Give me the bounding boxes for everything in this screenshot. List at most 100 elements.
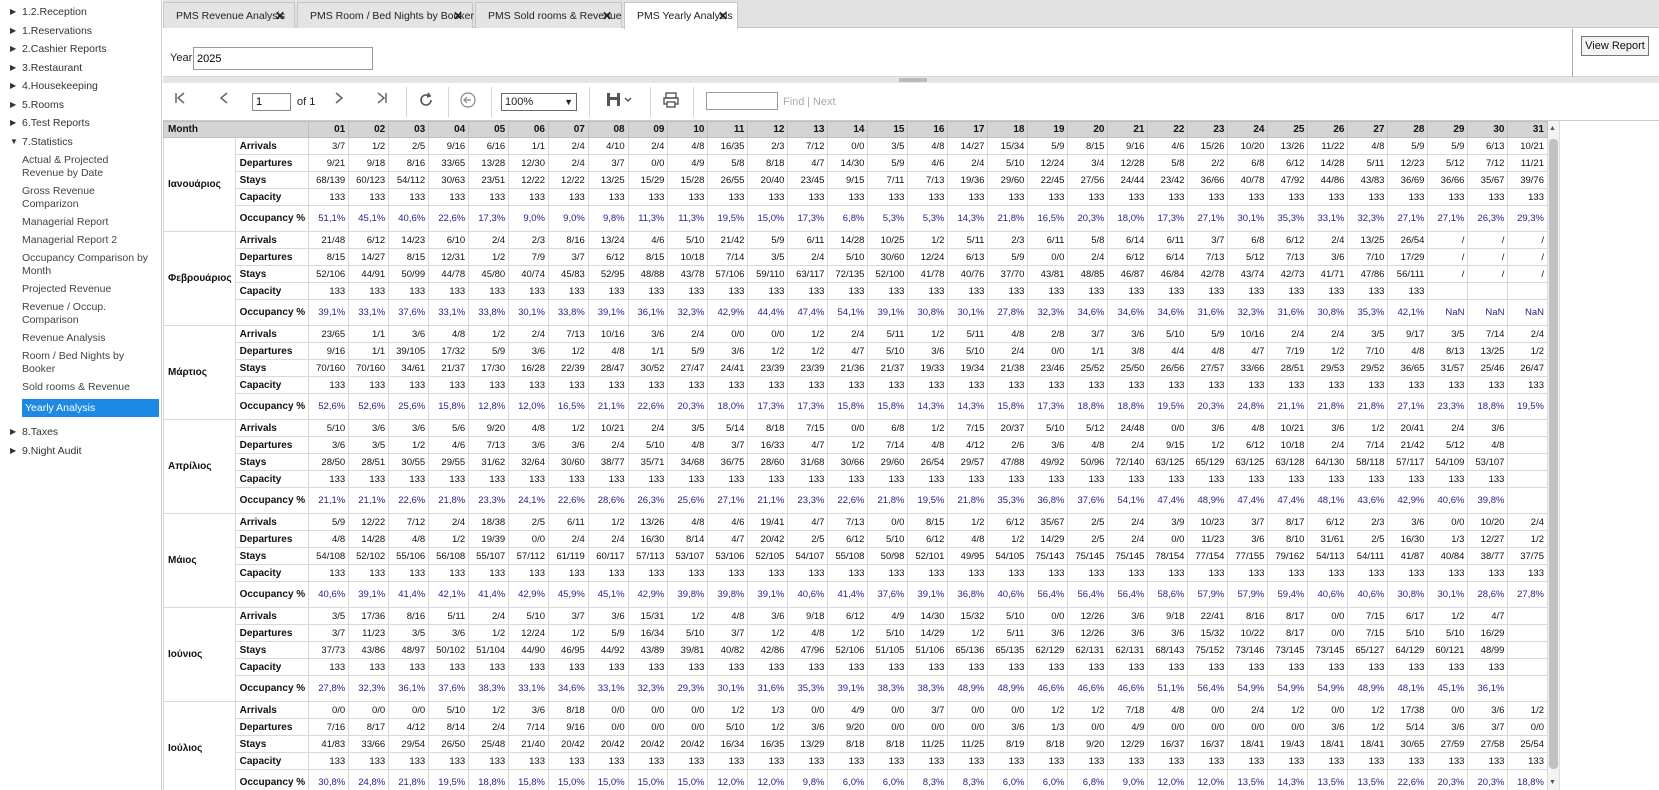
tree-node-4[interactable]: ▶ 4.Housekeeping (0, 77, 161, 96)
tree-node-6[interactable]: ▶ 6.Test Reports (0, 114, 161, 133)
table-cell: 133 (348, 470, 390, 488)
table-cell: 9,0% (548, 205, 589, 232)
tree-report-item[interactable]: Occupancy Comparison by Month (0, 252, 161, 278)
tree-report-item[interactable]: Projected Revenue (0, 283, 161, 296)
expand-triangle-icon[interactable]: ▶ (10, 77, 16, 95)
table-cell: 133 (827, 188, 869, 206)
scrollbar-thumb[interactable] (1549, 139, 1558, 769)
tree-report-item[interactable]: Managerial Report 2 (0, 234, 161, 247)
table-cell: 57/106 (707, 265, 749, 283)
tree-report-item[interactable]: Actual & Projected Revenue by Date (0, 154, 161, 180)
report-tab[interactable]: PMS Revenue Analysis ✕ (163, 2, 295, 28)
table-cell: 13,5% (1347, 769, 1389, 790)
table-cell: 1/3 (747, 701, 789, 719)
view-report-button[interactable]: View Report (1581, 36, 1649, 56)
table-cell: 21,8% (1347, 393, 1389, 420)
tree-node-2[interactable]: ▶ 2.Cashier Reports (0, 40, 161, 59)
table-cell: 12/22 (348, 513, 390, 531)
table-cell: 30,1% (1227, 205, 1269, 232)
table-cell: 133 (867, 752, 909, 770)
tree-node-5[interactable]: ▶ 5.Rooms (0, 96, 161, 115)
tree-report-item[interactable]: Managerial Report (0, 216, 161, 229)
tree-report-item[interactable]: Revenue Analysis (0, 332, 161, 345)
collapse-triangle-icon[interactable]: ▼ (10, 133, 18, 151)
scroll-down-arrow-icon[interactable]: ▼ (1549, 779, 1556, 786)
first-page-icon[interactable] (173, 91, 187, 111)
expand-triangle-icon[interactable]: ▶ (10, 40, 16, 58)
table-cell: 133 (1107, 188, 1149, 206)
tree-report-item[interactable]: Yearly Analysis (22, 399, 159, 417)
zoom-select[interactable]: 100% ▼ (501, 93, 577, 111)
year-input[interactable] (193, 47, 373, 70)
report-tab[interactable]: PMS Yearly Analysis ✕ (624, 2, 738, 29)
tree-node-7[interactable]: ▼ 7.Statistics (0, 133, 161, 152)
expand-triangle-icon[interactable]: ▶ (10, 3, 16, 21)
table-cell: 2/2 (1187, 154, 1229, 172)
print-icon[interactable] (662, 91, 680, 115)
expand-triangle-icon[interactable]: ▶ (10, 423, 16, 441)
table-cell: 3/7 (548, 248, 589, 266)
table-cell: 15,8% (508, 769, 549, 790)
previous-page-icon[interactable] (217, 91, 231, 111)
table-cell: 40,6% (1427, 487, 1469, 514)
expand-triangle-icon[interactable]: ▶ (10, 442, 16, 460)
table-cell: 133 (987, 188, 1029, 206)
vertical-scrollbar[interactable]: ▲ ▼ (1548, 121, 1559, 790)
table-cell: 14,3% (1267, 769, 1309, 790)
table-cell: 16/30 (1387, 530, 1429, 548)
table-cell: 133 (1467, 564, 1509, 582)
table-cell: 13/24 (587, 231, 629, 249)
next-page-icon[interactable] (332, 91, 346, 111)
scroll-up-arrow-icon[interactable]: ▲ (1549, 125, 1556, 132)
tree-node-0[interactable]: ▶ 1.2.Reception (0, 3, 161, 22)
table-cell: 4/8 (947, 530, 989, 548)
splitter-grip-icon[interactable] (899, 78, 927, 82)
table-cell: 1/2 (428, 530, 470, 548)
export-save-icon[interactable] (605, 91, 635, 115)
back-to-parent-icon[interactable] (459, 91, 477, 115)
table-cell: 31,6% (747, 675, 789, 702)
close-tab-icon[interactable]: ✕ (718, 3, 728, 29)
table-cell: 133 (428, 470, 470, 488)
table-cell: 28/50 (308, 453, 350, 471)
table-row: Capacity 133 133 133 133 133 133 133 133 133 133 13… (164, 564, 1548, 582)
table-cell: 133 (1267, 376, 1309, 394)
table-cell: 35/71 (627, 453, 669, 471)
close-tab-icon[interactable]: ✕ (602, 3, 612, 29)
table-cell: 2/4 (587, 436, 629, 454)
table-cell: 59,4% (1267, 581, 1309, 608)
tree-report-item[interactable]: Room / Bed Nights by Booker (0, 350, 161, 376)
page-number-input[interactable] (252, 93, 291, 111)
tree-node-1[interactable]: ▶ 1.Reservations (0, 22, 161, 41)
tree-report-item[interactable]: Revenue / Occup. Comparison (0, 301, 161, 327)
table-row: Occupancy % 52,6% 52,6% 25,6% 15,8% 12,8% 12,0… (164, 393, 1548, 420)
table-cell: 10/18 (667, 248, 709, 266)
category-cell: Capacity (234, 470, 310, 488)
expand-triangle-icon[interactable]: ▶ (10, 59, 16, 77)
last-page-icon[interactable] (375, 91, 389, 111)
tree-report-item[interactable]: Gross Revenue Comparizon (0, 185, 161, 211)
expand-triangle-icon[interactable]: ▶ (10, 96, 16, 114)
table-cell: 133 (707, 752, 749, 770)
find-next-link[interactable]: | Next (807, 96, 836, 108)
refresh-icon[interactable] (417, 91, 435, 115)
tree-node-after-0[interactable]: ▶ 8.Taxes (0, 423, 161, 442)
close-tab-icon[interactable]: ✕ (453, 3, 463, 29)
find-link[interactable]: Find (783, 96, 804, 108)
table-cell: 133 (1227, 658, 1269, 676)
table-cell: 133 (907, 752, 949, 770)
table-cell: 133 (987, 282, 1029, 300)
table-cell: 41/78 (907, 265, 949, 283)
table-cell: 35/67 (1027, 513, 1069, 531)
report-tab[interactable]: PMS Sold rooms & Revenue ✕ (475, 2, 622, 28)
report-tab[interactable]: PMS Room / Bed Nights by Booker ✕ (297, 2, 474, 29)
table-cell: 4/8 (1227, 419, 1269, 437)
tree-node-3[interactable]: ▶ 3.Restaurant (0, 59, 161, 78)
expand-triangle-icon[interactable]: ▶ (10, 22, 16, 40)
table-cell: 35,3% (987, 487, 1029, 514)
tree-report-item[interactable]: Sold rooms & Revenue (0, 381, 161, 394)
close-tab-icon[interactable]: ✕ (275, 3, 285, 29)
expand-triangle-icon[interactable]: ▶ (10, 114, 16, 132)
tree-node-after-1[interactable]: ▶ 9.Night Audit (0, 442, 161, 461)
find-input[interactable] (706, 92, 778, 110)
